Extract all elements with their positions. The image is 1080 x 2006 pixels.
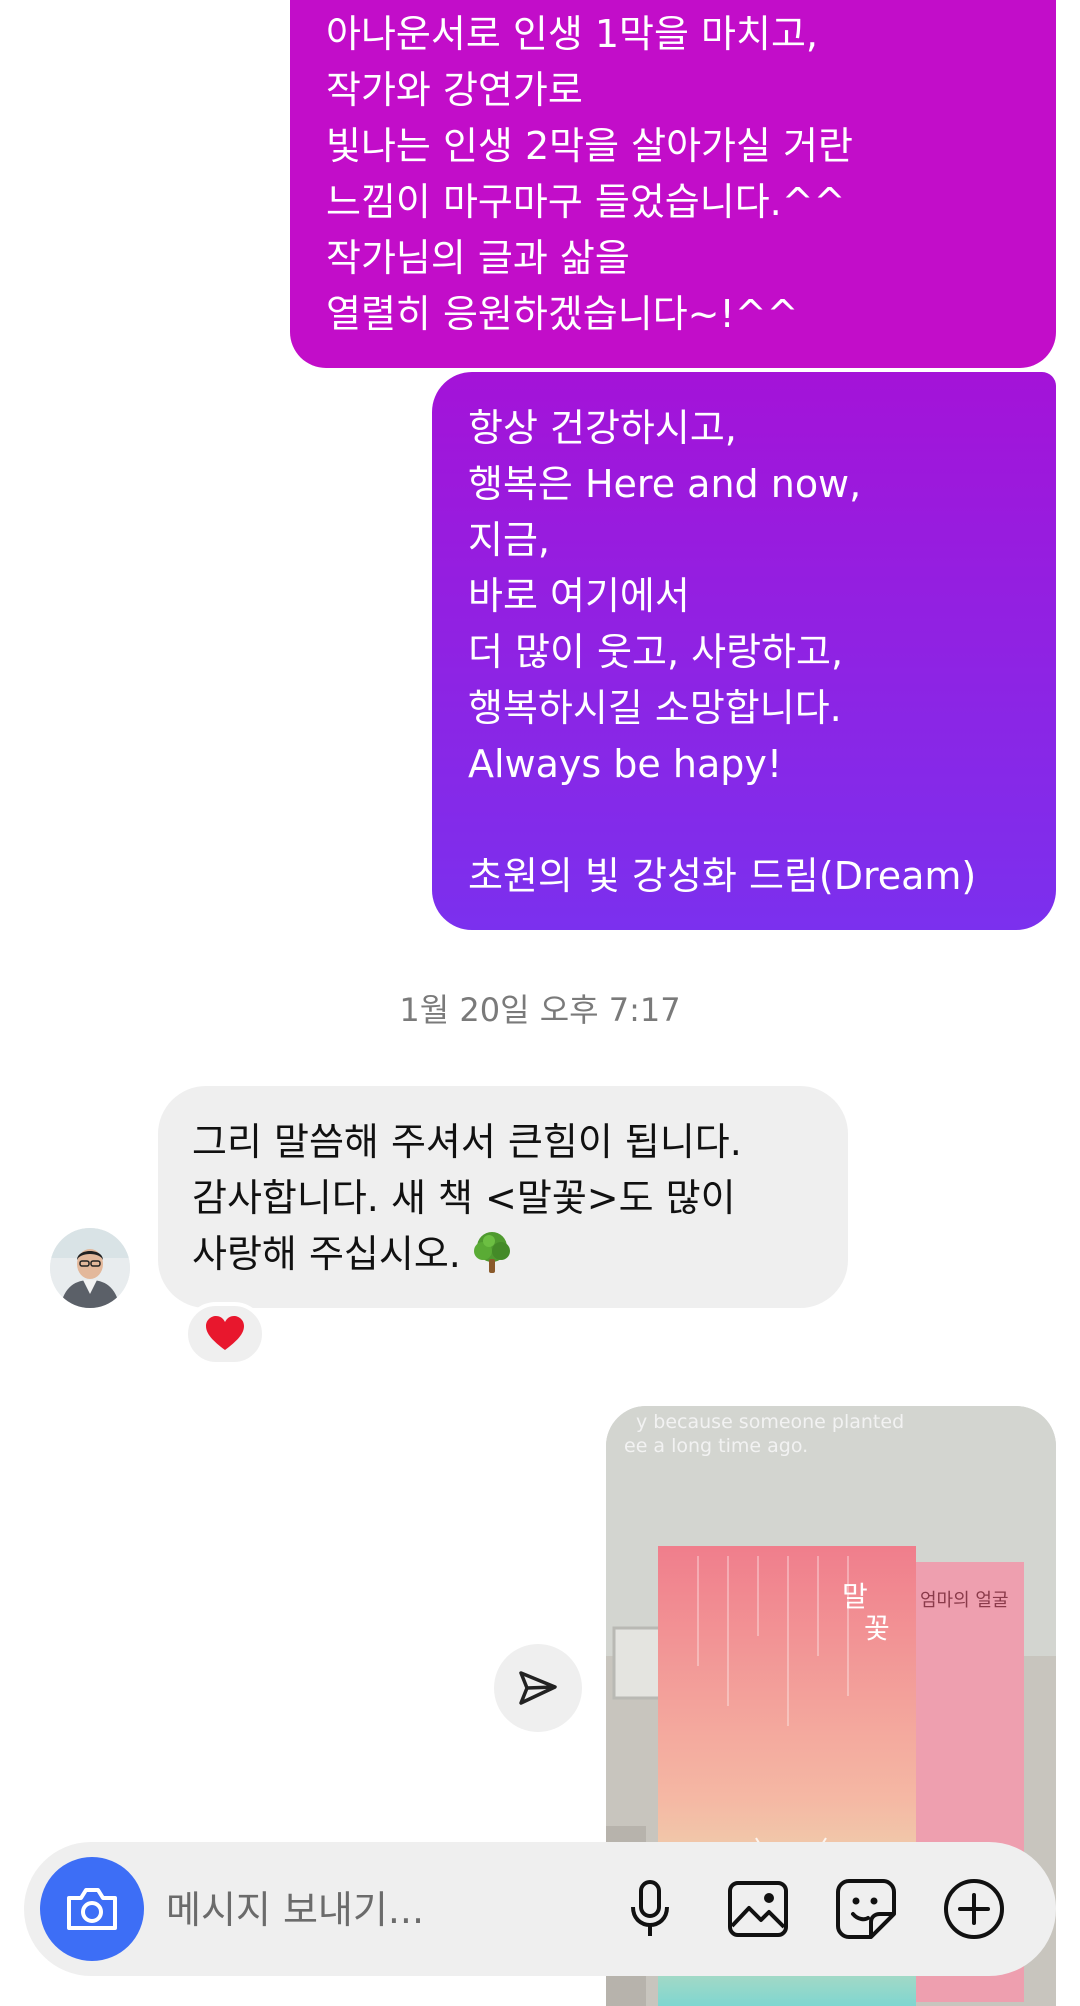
book-subtitle: 엄마의 얼굴 — [920, 1590, 1009, 1611]
more-button[interactable] — [938, 1873, 1010, 1945]
message-composer — [24, 1842, 1056, 1976]
wall-text: ee a long time ago. — [624, 1435, 808, 1457]
book-title: 꽃 — [864, 1612, 890, 1645]
outgoing-message[interactable]: 항상 건강하시고, 행복은 Here and now, 지금, 바로 여기에서 … — [432, 372, 1056, 930]
heart-icon — [206, 1316, 244, 1350]
sticker-button[interactable] — [830, 1873, 902, 1945]
wall-text: y because someone planted — [636, 1411, 904, 1433]
avatar[interactable] — [50, 1228, 130, 1308]
message-input[interactable] — [164, 1875, 588, 1945]
plus-icon — [944, 1879, 1004, 1939]
camera-button[interactable] — [40, 1857, 144, 1961]
gallery-button[interactable] — [722, 1873, 794, 1945]
outgoing-message[interactable]: 아나운서로 인생 1막을 마치고, 작가와 강연가로 빛나는 인생 2막을 살아… — [290, 0, 1056, 368]
share-button[interactable] — [494, 1644, 582, 1732]
camera-icon — [67, 1888, 117, 1930]
message-timestamp: 1월 20일 오후 7:17 — [399, 991, 681, 1029]
incoming-message[interactable]: 그리 말씀해 주셔서 큰힘이 됩니다. 감사합니다. 새 책 <말꽃>도 많이 … — [158, 1086, 848, 1308]
book-title: 말 — [842, 1580, 868, 1613]
incoming-message-text: 그리 말씀해 주셔서 큰힘이 됩니다. 감사합니다. 새 책 <말꽃>도 많이 … — [192, 1120, 742, 1276]
microphone-icon — [631, 1880, 669, 1936]
gallery-icon — [728, 1881, 788, 1937]
avatar-portrait — [50, 1228, 130, 1308]
heart-reaction[interactable] — [184, 1302, 266, 1366]
microphone-button[interactable] — [614, 1873, 686, 1945]
tree-emoji-icon — [469, 1229, 515, 1290]
sticker-icon — [836, 1879, 896, 1939]
send-icon — [519, 1671, 557, 1705]
